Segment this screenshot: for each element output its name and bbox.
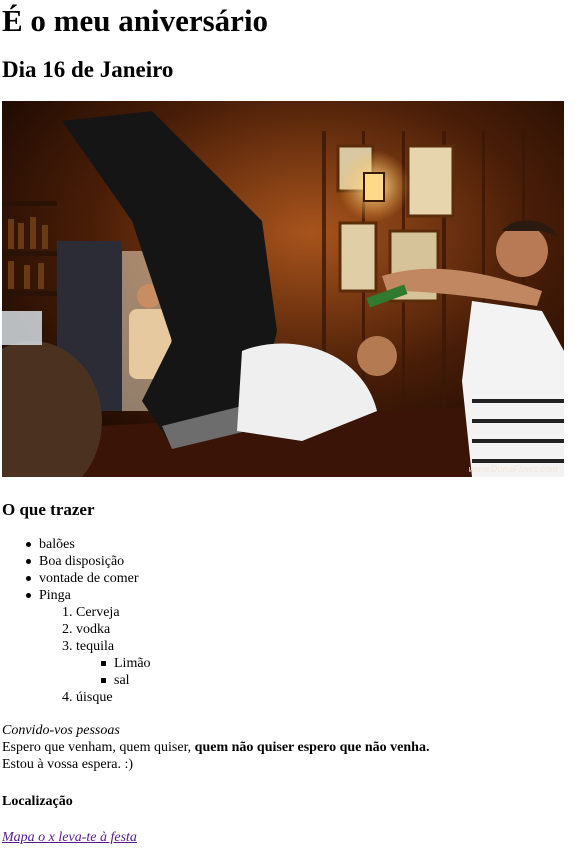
list-item-label: tequila	[76, 639, 115, 654]
bar-scene-illustration	[2, 101, 564, 477]
list-item-label: Cerveja	[76, 605, 120, 620]
list-number: 2.	[62, 622, 73, 637]
list-number: 4.	[62, 690, 73, 705]
list-number: 3.	[62, 639, 73, 654]
list-item: vontade de comer	[26, 571, 139, 586]
list-item: Pinga	[26, 588, 71, 603]
page: É o meu aniversário Dia 16 de Janeiro ww…	[0, 0, 575, 853]
list-item: 4. úisque	[62, 689, 113, 706]
party-date: Dia 16 de Janeiro	[2, 57, 174, 82]
page-title: É o meu aniversário	[2, 3, 269, 38]
waiting-text: Estou à vossa espera. :)	[2, 757, 134, 772]
map-link[interactable]: Mapa o x leva-te à festa	[2, 829, 137, 846]
list-item: Boa disposição	[25, 554, 125, 569]
list-item-label: úisque	[76, 690, 113, 705]
list-item: sal	[101, 673, 130, 688]
list-number: 1.	[62, 605, 73, 620]
photo-credit: www.DonaFlows.com	[468, 464, 558, 474]
hope-text: Espero que venham, quem quiser, quem não…	[2, 739, 429, 756]
list-item: 3. tequila	[62, 638, 115, 655]
bring-heading: O que trazer	[2, 500, 95, 519]
party-photo: www.DonaFlows.com	[2, 101, 564, 477]
list-item: Limão	[101, 656, 151, 671]
list-item-label: vodka	[76, 622, 111, 637]
list-item: 1. Cerveja	[62, 604, 120, 621]
invite-text: Convido-vos pessoas	[2, 723, 120, 738]
hope-text-plain: Espero que venham, quem quiser,	[2, 740, 195, 755]
location-heading: Localização	[2, 794, 73, 809]
list-item: 2. vodka	[62, 621, 111, 638]
list-item: balões	[26, 537, 75, 552]
hope-text-bold: quem não quiser espero que não venha.	[194, 740, 430, 755]
